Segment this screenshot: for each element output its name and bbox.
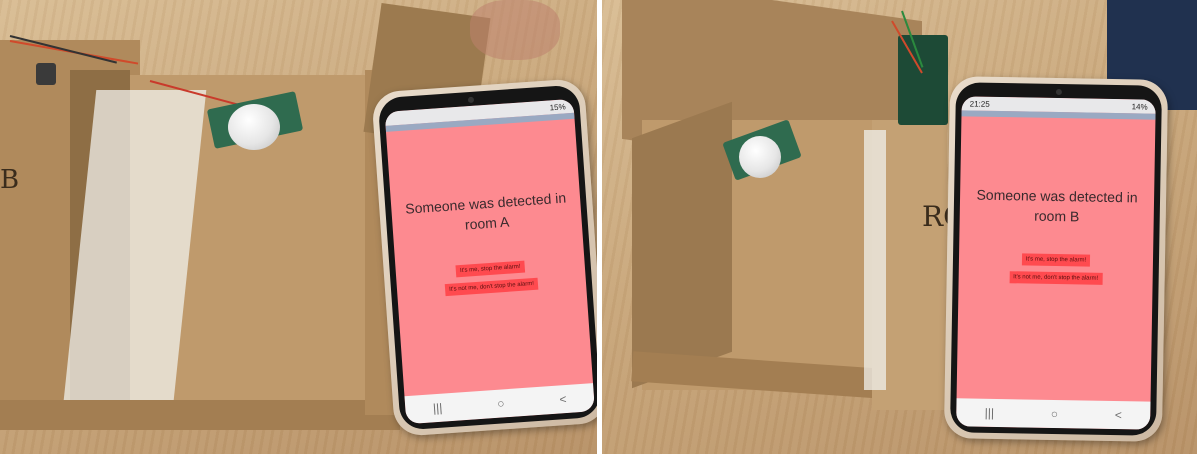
breadboard [898,35,948,125]
nav-bar: ||| ○ < [956,398,1151,430]
back-button[interactable]: < [559,392,567,406]
box-label: B [0,165,20,195]
phone-bezel: 21:25 14% Someone was detected in room B… [949,82,1163,436]
finger-blur [470,0,560,60]
masking-tape [864,130,886,390]
status-time: 21:25 [969,98,990,109]
box-left-wall [632,101,732,389]
phone: 21:25 14% Someone was detected in room B… [943,76,1169,442]
dont-stop-alarm-button[interactable]: It's not me, don't stop the alarm! [1009,271,1103,285]
photo-room-a: B 15% Someone was detected in room A It'… [0,0,597,454]
photo-room-b: RC 21:25 14% Someone was detected in roo… [602,0,1197,454]
stop-alarm-button[interactable]: It's me, stop the alarm! [1021,253,1091,267]
sensor-dome [228,104,280,150]
push-button [36,63,56,85]
home-button[interactable]: ○ [497,396,505,410]
phone: 15% Someone was detected in room A It's … [371,77,597,438]
phone-screen: 21:25 14% Someone was detected in room B… [956,96,1156,430]
back-button[interactable]: < [1115,408,1122,422]
box-front-edge [0,400,400,430]
detection-message: Someone was detected in room B [976,186,1138,225]
sensor-dome [739,136,781,178]
home-button[interactable]: ○ [1051,407,1058,421]
recent-apps-button[interactable]: ||| [432,401,442,416]
front-camera [1055,88,1062,96]
phone-bezel: 15% Someone was detected in room A It's … [377,84,597,431]
recent-apps-button[interactable]: ||| [985,406,995,420]
dont-stop-alarm-button[interactable]: It's not me, don't stop the alarm! [444,277,539,297]
phone-screen: 15% Someone was detected in room A It's … [384,98,595,425]
status-battery: 15% [549,101,566,112]
nav-bar: ||| ○ < [404,383,595,425]
status-battery: 14% [1131,101,1148,112]
front-camera [467,96,475,104]
